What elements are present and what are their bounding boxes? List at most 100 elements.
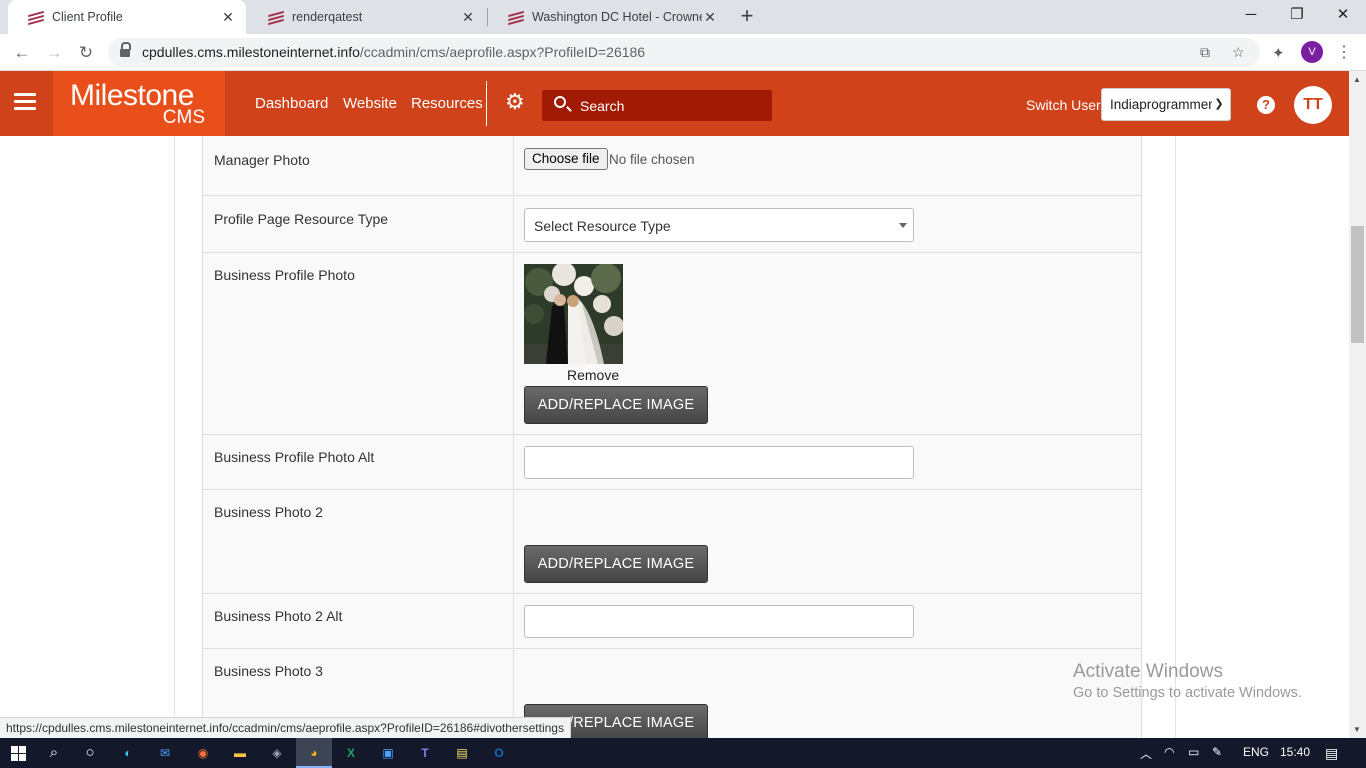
row-divider — [513, 435, 514, 489]
notepad-icon[interactable]: ▤ — [452, 743, 472, 763]
browser-menu-icon[interactable]: ⋮ — [1336, 42, 1352, 62]
tab-title: renderqatest — [292, 10, 363, 24]
user-avatar[interactable]: TT — [1294, 86, 1332, 124]
business-profile-photo-alt-row: Business Profile Photo Alt — [202, 435, 1142, 490]
field-label: Business Profile Photo Alt — [214, 449, 375, 465]
hamburger-menu-icon[interactable] — [14, 93, 36, 114]
nav-website[interactable]: Website — [343, 95, 397, 112]
milestone-favicon-icon — [508, 10, 524, 26]
dropdown-caret-icon — [899, 223, 907, 228]
firefox-icon[interactable]: ◉ — [193, 743, 213, 763]
page-scrollbar[interactable]: ▲ ▼ — [1349, 71, 1366, 738]
teams-icon[interactable]: T — [415, 743, 435, 763]
tab-washington-dc-hotel[interactable]: Washington DC Hotel - Crowne P ✕ — [488, 0, 728, 34]
app-header: Milestone CMS Dashboard Website Resource… — [0, 71, 1349, 136]
milestone-favicon-icon — [28, 10, 44, 26]
business-profile-photo-thumbnail — [524, 264, 623, 364]
page-content: Manager Photo Choose file No file chosen… — [0, 136, 1349, 738]
search-icon — [554, 96, 566, 108]
tab-title: Client Profile — [52, 10, 123, 24]
clock[interactable]: 15:40 — [1280, 745, 1310, 759]
business-photo-2-alt-input[interactable] — [524, 605, 914, 638]
nav-dashboard[interactable]: Dashboard — [255, 95, 328, 112]
reload-icon[interactable]: ↻ — [73, 40, 99, 66]
mail-icon[interactable]: ✉ — [155, 743, 175, 763]
nav-divider — [486, 81, 487, 126]
pen-icon[interactable]: ✎ — [1212, 745, 1222, 759]
switch-user-select[interactable]: Indiaprogrammer ❯ — [1101, 88, 1231, 121]
switch-user-label: Switch User — [1026, 97, 1101, 113]
logo-subtext: CMS — [162, 107, 205, 128]
task-view-icon[interactable]: ○ — [80, 743, 100, 763]
scroll-down-arrow-icon[interactable]: ▼ — [1353, 725, 1361, 734]
remote-desktop-icon[interactable]: ▣ — [378, 743, 398, 763]
chrome-icon[interactable]: ◕ — [296, 738, 332, 768]
row-divider — [513, 490, 514, 593]
close-tab-icon[interactable]: ✕ — [702, 9, 718, 26]
close-tab-icon[interactable]: ✕ — [460, 9, 476, 26]
field-label: Business Profile Photo — [214, 267, 355, 283]
business-profile-photo-alt-input[interactable] — [524, 446, 914, 479]
notification-icon[interactable]: ▤ — [1325, 745, 1338, 762]
add-replace-image-button[interactable]: ADD/REPLACE IMAGE — [524, 386, 708, 424]
show-hidden-icons-chevron-icon[interactable]: ︿ — [1140, 745, 1152, 762]
browser-profile-avatar[interactable]: V — [1301, 41, 1323, 63]
search-placeholder: Search — [580, 98, 625, 114]
minimize-icon[interactable]: ─ — [1228, 0, 1274, 32]
file-status-text: No file chosen — [609, 152, 695, 167]
business-profile-photo-row: Business Profile Photo Remove ADD/REPLAC… — [202, 253, 1142, 435]
help-icon[interactable]: ? — [1257, 96, 1275, 114]
row-divider — [513, 196, 514, 252]
windows-start-icon[interactable] — [11, 746, 26, 761]
status-bar-url: https://cpdulles.cms.milestoneinternet.i… — [0, 717, 571, 738]
field-label: Business Photo 3 — [214, 663, 323, 679]
resource-type-select[interactable]: Select Resource Type — [524, 208, 914, 242]
manager-photo-row: Manager Photo Choose file No file chosen — [202, 136, 1142, 196]
wifi-icon[interactable]: ◠ — [1164, 745, 1174, 759]
switch-user-value: Indiaprogrammer — [1110, 97, 1213, 112]
address-url: cpdulles.cms.milestoneinternet.info/ccad… — [142, 44, 646, 60]
back-arrow-icon[interactable]: ← — [9, 40, 35, 66]
address-bar[interactable]: cpdulles.cms.milestoneinternet.info/ccad… — [108, 38, 1260, 67]
nav-resources[interactable]: Resources — [411, 95, 483, 112]
select-value: Select Resource Type — [534, 218, 671, 234]
field-label: Manager Photo — [214, 152, 310, 168]
tab-title: Washington DC Hotel - Crowne P — [532, 10, 702, 24]
field-label: Profile Page Resource Type — [214, 211, 389, 227]
business-photo-2-alt-row: Business Photo 2 Alt — [202, 594, 1142, 649]
close-window-icon[interactable]: ✕ — [1320, 0, 1366, 32]
edge-icon[interactable]: ◐ — [118, 743, 138, 763]
scrollbar-thumb[interactable] — [1351, 226, 1364, 343]
search-icon[interactable]: ⌕ — [44, 743, 64, 763]
gear-icon[interactable]: ⚙ — [505, 91, 527, 113]
row-divider — [513, 594, 514, 648]
watermark-title: Activate Windows — [1073, 661, 1223, 682]
close-tab-icon[interactable]: ✕ — [220, 9, 236, 26]
browser-tab-strip: Client Profile ✕ renderqatest ✕ Washingt… — [0, 0, 1366, 34]
restore-icon[interactable]: ❐ — [1274, 0, 1320, 32]
row-divider — [513, 253, 514, 434]
add-replace-image-button[interactable]: ADD/REPLACE IMAGE — [524, 545, 708, 583]
translate-icon[interactable]: ⧉ — [1200, 44, 1210, 61]
remove-photo-link[interactable]: Remove — [567, 367, 619, 383]
activate-windows-watermark: Activate Windows Go to Settings to activ… — [1073, 661, 1302, 701]
outlook-icon[interactable]: O — [489, 743, 509, 763]
tab-client-profile[interactable]: Client Profile ✕ — [8, 0, 246, 34]
milestone-favicon-icon — [268, 10, 284, 26]
tab-renderqatest[interactable]: renderqatest ✕ — [248, 0, 486, 34]
search-input[interactable]: Search — [542, 90, 772, 121]
lock-icon — [120, 42, 131, 58]
row-divider — [513, 136, 514, 195]
milestone-cms-logo[interactable]: Milestone CMS — [53, 71, 225, 136]
excel-icon[interactable]: X — [341, 743, 361, 763]
bookmark-star-icon[interactable]: ☆ — [1232, 44, 1245, 61]
new-tab-plus-icon[interactable]: + — [734, 5, 760, 29]
virtualbox-icon[interactable]: ◈ — [267, 743, 287, 763]
scroll-up-arrow-icon[interactable]: ▲ — [1353, 75, 1361, 84]
choose-file-button[interactable]: Choose file — [524, 148, 608, 170]
forward-arrow-icon[interactable]: → — [41, 40, 67, 66]
battery-icon[interactable]: ▭ — [1188, 745, 1199, 759]
file-explorer-icon[interactable]: ▬ — [230, 743, 250, 763]
extensions-puzzle-icon[interactable]: ✦ — [1272, 44, 1285, 62]
language-indicator[interactable]: ENG — [1243, 745, 1269, 759]
